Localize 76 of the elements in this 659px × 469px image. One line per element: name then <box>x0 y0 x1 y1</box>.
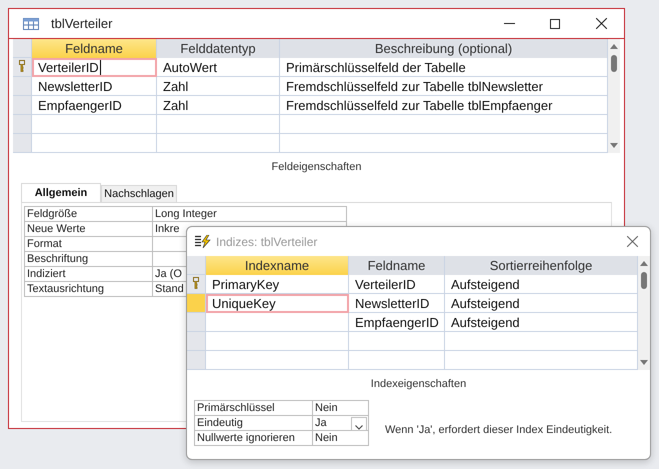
close-icon <box>596 18 606 29</box>
table-cell[interactable] <box>445 351 638 370</box>
table-cell[interactable] <box>206 313 349 332</box>
close-icon <box>626 236 638 247</box>
table-cell[interactable]: Fremdschlüsselfeld zur Tabelle tblEmpfaenger <box>280 96 608 115</box>
scroll-down-icon[interactable] <box>610 143 618 149</box>
table-cell[interactable]: NewsletterID <box>32 77 157 96</box>
key-icon <box>193 277 199 289</box>
property-value[interactable]: Long Integer <box>153 207 347 222</box>
section-caption: Indexeigenschaften <box>370 378 468 390</box>
table-cell[interactable]: Zahl <box>157 77 280 96</box>
scroll-thumb[interactable] <box>641 272 647 289</box>
table-icon <box>23 18 39 30</box>
column-header[interactable]: Sortierreihenfolge <box>445 256 638 275</box>
chevron-down-icon <box>355 425 363 430</box>
table-cell[interactable] <box>349 332 445 351</box>
table-cell[interactable] <box>206 351 349 370</box>
tab[interactable]: Allgemein <box>21 183 101 202</box>
scrollbar[interactable] <box>638 256 650 370</box>
table-cell[interactable] <box>349 351 445 370</box>
table-cell[interactable]: EmpfaengerID <box>32 96 157 115</box>
row-selector[interactable] <box>13 58 32 77</box>
table-cell[interactable]: Aufsteigend <box>445 294 638 313</box>
table-cell[interactable]: AutoWert <box>157 58 280 77</box>
key-icon <box>19 60 25 72</box>
table-cell[interactable]: Aufsteigend <box>445 313 638 332</box>
table-cell[interactable] <box>280 134 608 153</box>
property-value[interactable]: Nein <box>313 431 369 446</box>
column-header[interactable]: Feldname <box>349 256 445 275</box>
table-cell[interactable] <box>157 134 280 153</box>
property-label: Nullwerte ignorieren <box>195 431 313 446</box>
table-cell[interactable] <box>280 115 608 134</box>
table-cell[interactable] <box>32 115 157 134</box>
table-cell[interactable]: UniqueKey <box>206 294 349 313</box>
scroll-up-icon[interactable] <box>610 44 618 49</box>
table-cell[interactable]: EmpfaengerID <box>349 313 445 332</box>
property-label: Indiziert <box>25 267 153 282</box>
scrollbar[interactable] <box>608 39 620 153</box>
table-cell[interactable]: NewsletterID <box>349 294 445 313</box>
property-label: Primärschlüssel <box>195 401 313 416</box>
property-label: Feldgröße <box>25 207 153 222</box>
section-caption: Feldeigenschaften <box>270 161 362 173</box>
column-header[interactable]: Beschreibung (optional) <box>280 39 608 58</box>
minimize-icon <box>504 23 514 24</box>
table-cell[interactable]: VerteilerID <box>349 275 445 294</box>
dropdown-button[interactable] <box>351 417 367 431</box>
scroll-thumb[interactable] <box>611 55 617 72</box>
lightning-list-icon <box>195 235 211 248</box>
table-cell[interactable]: Zahl <box>157 96 280 115</box>
table-cell[interactable] <box>157 115 280 134</box>
property-label: Format <box>25 237 153 252</box>
table-cell[interactable]: Primärschlüsselfeld der Tabelle <box>280 58 608 77</box>
scroll-up-icon[interactable] <box>640 261 648 266</box>
table-cell[interactable]: VerteilerID <box>32 58 157 77</box>
column-header[interactable]: Indexname <box>206 256 349 275</box>
property-label: Beschriftung <box>25 252 153 267</box>
dialog-title: Indizes: tblVerteiler <box>216 234 318 248</box>
property-value[interactable]: Ja <box>313 416 369 431</box>
table-cell[interactable] <box>445 332 638 351</box>
tab[interactable]: Nachschlagen <box>101 185 177 202</box>
property-label: Eindeutig <box>195 416 313 431</box>
property-label: Textausrichtung <box>25 282 153 297</box>
help-text: Wenn 'Ja', erfordert dieser Index Eindeutigkeit. <box>385 424 612 436</box>
table-cell[interactable]: PrimaryKey <box>206 275 349 294</box>
table-cell[interactable]: Fremdschlüsselfeld zur Tabelle tblNewsletter <box>280 77 608 96</box>
table-cell[interactable] <box>32 134 157 153</box>
column-header[interactable]: Feldname <box>32 39 157 58</box>
property-value[interactable]: Nein <box>313 401 369 416</box>
maximize-icon <box>550 18 560 28</box>
table-cell[interactable] <box>206 332 349 351</box>
column-header[interactable]: Felddatentyp <box>157 39 280 58</box>
table-cell[interactable]: Aufsteigend <box>445 275 638 294</box>
property-label: Neue Werte <box>25 222 153 237</box>
scroll-down-icon[interactable] <box>640 360 648 366</box>
row-selector[interactable] <box>187 275 206 294</box>
window-title: tblVerteiler <box>51 16 112 31</box>
